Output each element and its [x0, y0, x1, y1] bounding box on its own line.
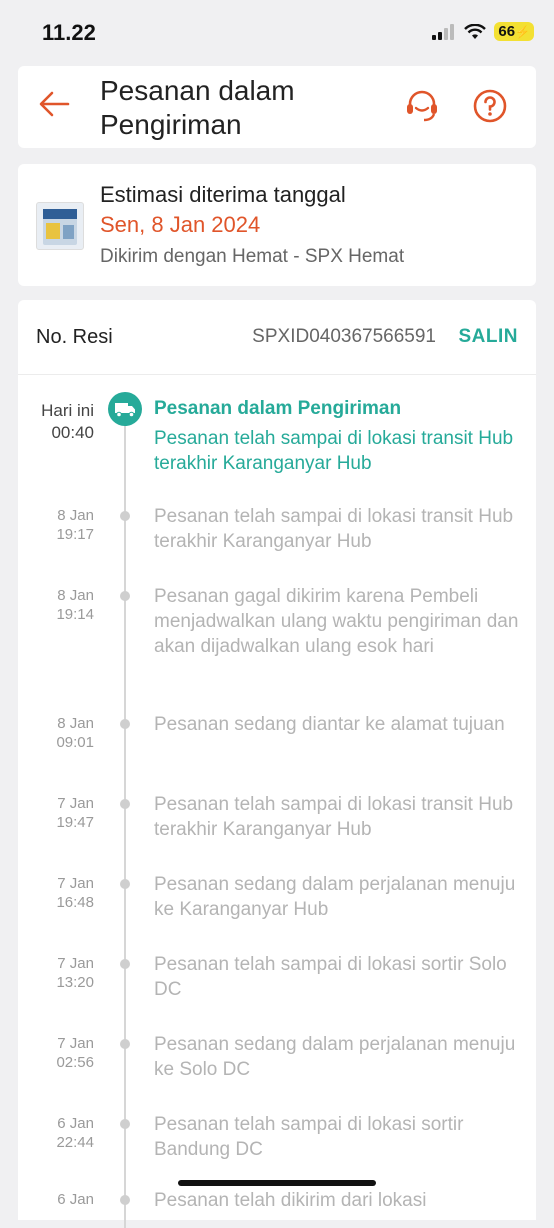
copy-tracking-button[interactable]: SALIN [459, 326, 519, 348]
event-time: 19:47 [56, 814, 94, 831]
event-text: Pesanan sedang dalam perjalanan menuju k… [154, 874, 516, 920]
event-text: Pesanan telah sampai di lokasi sortir Ba… [154, 1114, 464, 1160]
timeline-dot [120, 591, 130, 601]
back-arrow-icon[interactable] [38, 88, 70, 120]
event-date: 7 Jan [57, 795, 94, 812]
event-time: 00:40 [51, 423, 94, 442]
battery-indicator: 66 ⚡ [494, 22, 534, 41]
tracking-card: No. Resi SPXID040367566591 SALIN Hari in… [18, 300, 536, 1228]
event-date: 7 Jan [57, 955, 94, 972]
delivery-estimate-card: Estimasi diterima tanggal Sen, 8 Jan 202… [18, 164, 536, 286]
event-timestamp: Hari ini 00:40 [18, 400, 94, 444]
event-time: 13:20 [56, 974, 94, 991]
timeline-dot [120, 1195, 130, 1205]
timeline-dot [120, 1039, 130, 1049]
truck-icon [108, 392, 142, 426]
event-date: 8 Jan [57, 587, 94, 604]
tracking-number-row: No. Resi SPXID040367566591 SALIN [18, 300, 536, 375]
event-text: Pesanan telah sampai di lokasi transit H… [154, 794, 514, 840]
event-date: Hari ini [41, 401, 94, 420]
page-title: Pesanan dalam Pengiriman [100, 75, 295, 140]
help-icon[interactable] [472, 88, 508, 124]
event-text: Pesanan telah dikirim dari lokasi [154, 1190, 427, 1211]
event-date: 8 Jan [57, 507, 94, 524]
tracking-number-value: SPXID040367566591 [252, 326, 436, 347]
timeline-dot [120, 719, 130, 729]
estimate-date: Sen, 8 Jan 2024 [100, 212, 261, 237]
timeline-dot [120, 1119, 130, 1129]
current-status-text: Pesanan telah sampai di lokasi transit H… [154, 428, 514, 474]
timeline-dot [120, 879, 130, 889]
event-date: 7 Jan [57, 1035, 94, 1052]
timeline-dot [120, 959, 130, 969]
product-thumbnail [36, 202, 84, 250]
event-text: Pesanan gagal dikirim karena Pembeli men… [154, 586, 519, 657]
current-status-title: Pesanan dalam Pengiriman [154, 398, 402, 419]
event-text: Pesanan telah sampai di lokasi transit H… [154, 506, 514, 552]
event-date: 7 Jan [57, 875, 94, 892]
home-indicator[interactable] [178, 1180, 376, 1186]
headset-icon[interactable] [404, 88, 440, 124]
timeline-dot [120, 799, 130, 809]
shipping-method: Dikirim dengan Hemat - SPX Hemat [100, 246, 405, 267]
tracking-number-label: No. Resi [36, 326, 113, 348]
timeline-dot [120, 511, 130, 521]
event-date: 6 Jan [57, 1115, 94, 1132]
event-text: Pesanan telah sampai di lokasi sortir So… [154, 954, 507, 1000]
event-time: 22:44 [56, 1134, 94, 1151]
status-time: 11.22 [42, 20, 96, 45]
charging-icon: ⚡ [515, 24, 530, 39]
event-text: Pesanan sedang dalam perjalanan menuju k… [154, 1034, 516, 1080]
event-time: 16:48 [56, 894, 94, 911]
status-icons: 66 ⚡ [432, 22, 534, 41]
wifi-icon [464, 23, 487, 39]
signal-icon [432, 23, 455, 40]
timeline-line [124, 408, 126, 1228]
page-header: Pesanan dalam Pengiriman [18, 66, 536, 148]
status-bar: 11.22 66 ⚡ [0, 0, 554, 64]
battery-level: 66 [498, 23, 516, 40]
event-text: Pesanan sedang diantar ke alamat tujuan [154, 714, 505, 735]
event-time: 19:14 [56, 606, 94, 623]
event-date: 8 Jan [57, 715, 94, 732]
estimate-label: Estimasi diterima tanggal [100, 182, 346, 207]
event-time: 09:01 [56, 734, 94, 751]
event-time: 02:56 [56, 1054, 94, 1071]
event-time: 19:17 [56, 526, 94, 543]
